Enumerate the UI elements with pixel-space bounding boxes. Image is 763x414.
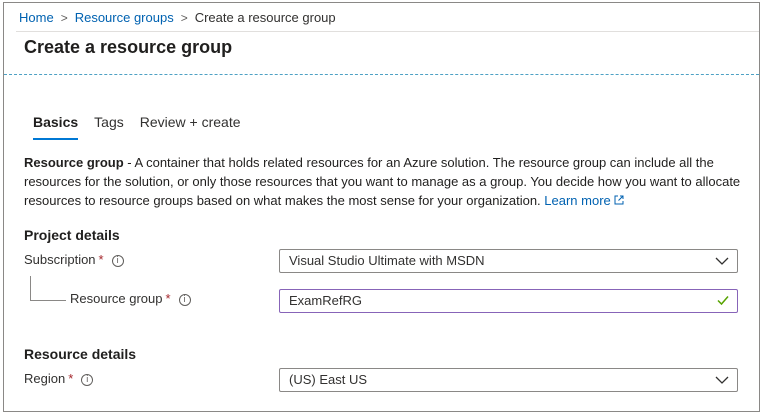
resource-group-value: ExamRefRG [289,293,362,308]
region-value: (US) East US [289,372,368,387]
description-term: Resource group [24,155,124,170]
learn-more-link[interactable]: Learn more [544,193,610,208]
info-icon[interactable]: i [81,374,94,386]
breadcrumb-current: Create a resource group [194,10,336,25]
external-link-icon [614,195,624,208]
region-dropdown[interactable]: (US) East US [279,368,738,392]
breadcrumb-separator: > [180,11,188,25]
breadcrumb-separator: > [60,11,68,25]
resource-group-label: Resource group * i [70,291,191,306]
breadcrumb: Home > Resource groups > Create a resource g… [19,10,336,25]
info-icon[interactable]: i [111,255,124,267]
description-text: - A container that holds related resourc… [24,155,741,208]
header-separator [4,74,759,75]
create-resource-group-blade: Home > Resource groups > Create a resource g… [3,2,760,412]
description: Resource group - A container that holds … [24,153,744,212]
resource-group-input[interactable]: ExamRefRG [279,289,738,313]
breadcrumb-resource-groups-link[interactable]: Resource groups [75,10,174,25]
region-label-text: Region [24,371,66,386]
subscription-label-text: Subscription [24,252,96,267]
tab-review-create[interactable]: Review + create [140,114,241,140]
tab-basics[interactable]: Basics [33,114,79,140]
tab-tags[interactable]: Tags [94,114,124,140]
chevron-down-icon [715,376,729,384]
resource-group-label-text: Resource group [70,291,163,306]
page-title: Create a resource group [24,37,233,57]
project-details-heading: Project details [24,227,120,243]
checkmark-icon [717,296,729,306]
info-icon[interactable]: i [178,294,191,306]
chevron-down-icon [715,257,729,265]
tree-connector [30,300,66,301]
resource-details-heading: Resource details [24,346,137,362]
subscription-label: Subscription * i [24,252,124,267]
subscription-value: Visual Studio Ultimate with MSDN [289,253,485,268]
required-marker: * [165,291,171,306]
required-marker: * [98,252,104,267]
tab-bar: Basics Tags Review + create [33,114,257,140]
region-label: Region * i [24,371,94,386]
breadcrumb-home-link[interactable]: Home [19,10,54,25]
required-marker: * [68,371,74,386]
subscription-dropdown[interactable]: Visual Studio Ultimate with MSDN [279,249,738,273]
header-divider [16,31,759,32]
tree-connector [30,276,31,301]
